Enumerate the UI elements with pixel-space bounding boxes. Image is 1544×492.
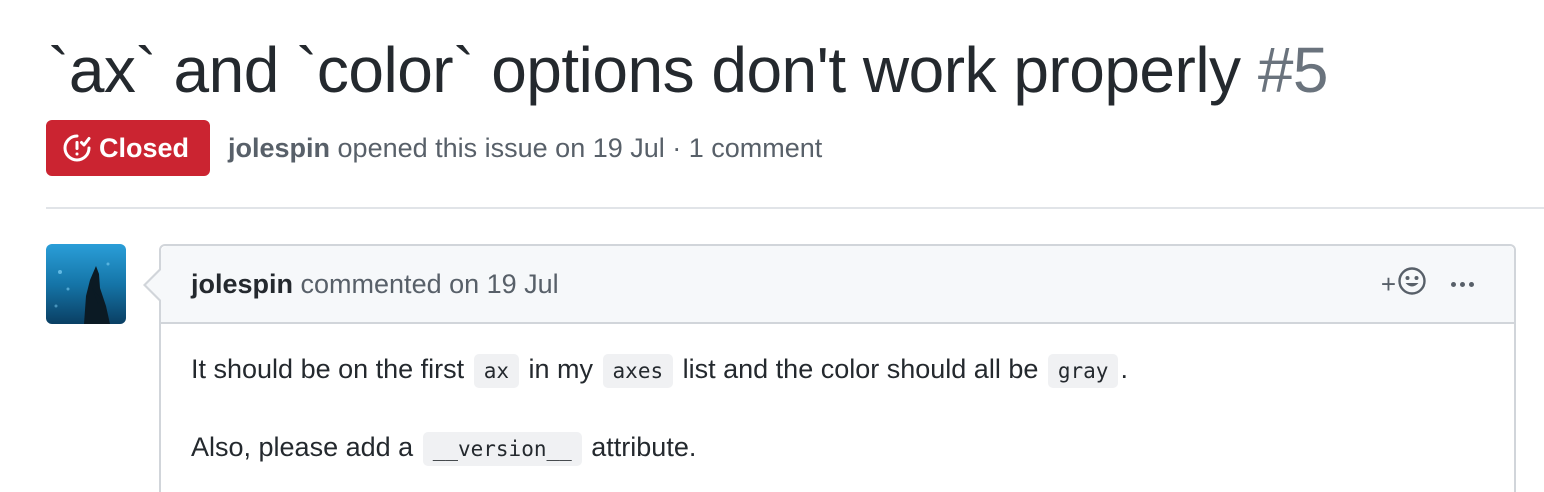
body-text: list and the color should all be [682,354,1039,384]
issue-author-link[interactable]: jolespin [228,133,330,163]
header-divider [46,207,1544,209]
body-text: Also, please add a [191,432,414,462]
inline-code: gray [1047,354,1119,388]
issue-closed-icon [62,133,92,163]
inline-code: axes [602,354,674,388]
body-text: attribute. [591,432,697,462]
comment-header: jolespin commented on 19 Jul + [143,246,1514,324]
issue-opened-text: opened this issue on 19 Jul · 1 comment [337,132,823,163]
state-badge: Closed [46,120,210,176]
comment-body: It should be on the first ax in my axes … [161,324,1514,468]
comment-paragraph-1: It should be on the first ax in my axes … [191,350,1484,390]
comment-timestamp[interactable]: commented on 19 Jul [301,269,559,299]
kebab-horizontal-icon[interactable] [1449,278,1476,291]
state-label: Closed [99,132,190,163]
kebab-dot [1451,281,1456,287]
comment-author-link[interactable]: jolespin [191,269,293,299]
comment-author-line: jolespin commented on 19 Jul [191,269,559,300]
add-reaction-button[interactable]: + [1381,266,1427,303]
kebab-dot [1469,281,1474,287]
issue-number: #5 [1257,34,1329,106]
kebab-dot [1460,281,1465,287]
issue-title: `ax` and `color` options don't work prop… [48,30,1329,110]
issue-title-text: `ax` and `color` options don't work prop… [48,34,1241,106]
reaction-plus: + [1380,269,1396,299]
body-text: It should be on the first [191,354,465,384]
issue-meta-text: jolespin opened this issue on 19 Jul · 1… [228,133,822,164]
issue-meta: Closed jolespin opened this issue on 19 … [46,120,822,176]
comment-box: jolespin commented on 19 Jul + It should… [143,244,1516,492]
body-text: in my [528,354,594,384]
avatar[interactable] [46,244,126,324]
comment-paragraph-2: Also, please add a __version__ attribute… [191,428,1484,468]
comment-actions: + [1381,246,1476,322]
smiley-icon [1397,266,1427,303]
inline-code: ax [473,354,519,388]
comment-caret-fill [146,270,161,300]
body-text: . [1120,354,1128,384]
inline-code: __version__ [422,432,582,466]
issue-page: `ax` and `color` options don't work prop… [0,0,1544,492]
